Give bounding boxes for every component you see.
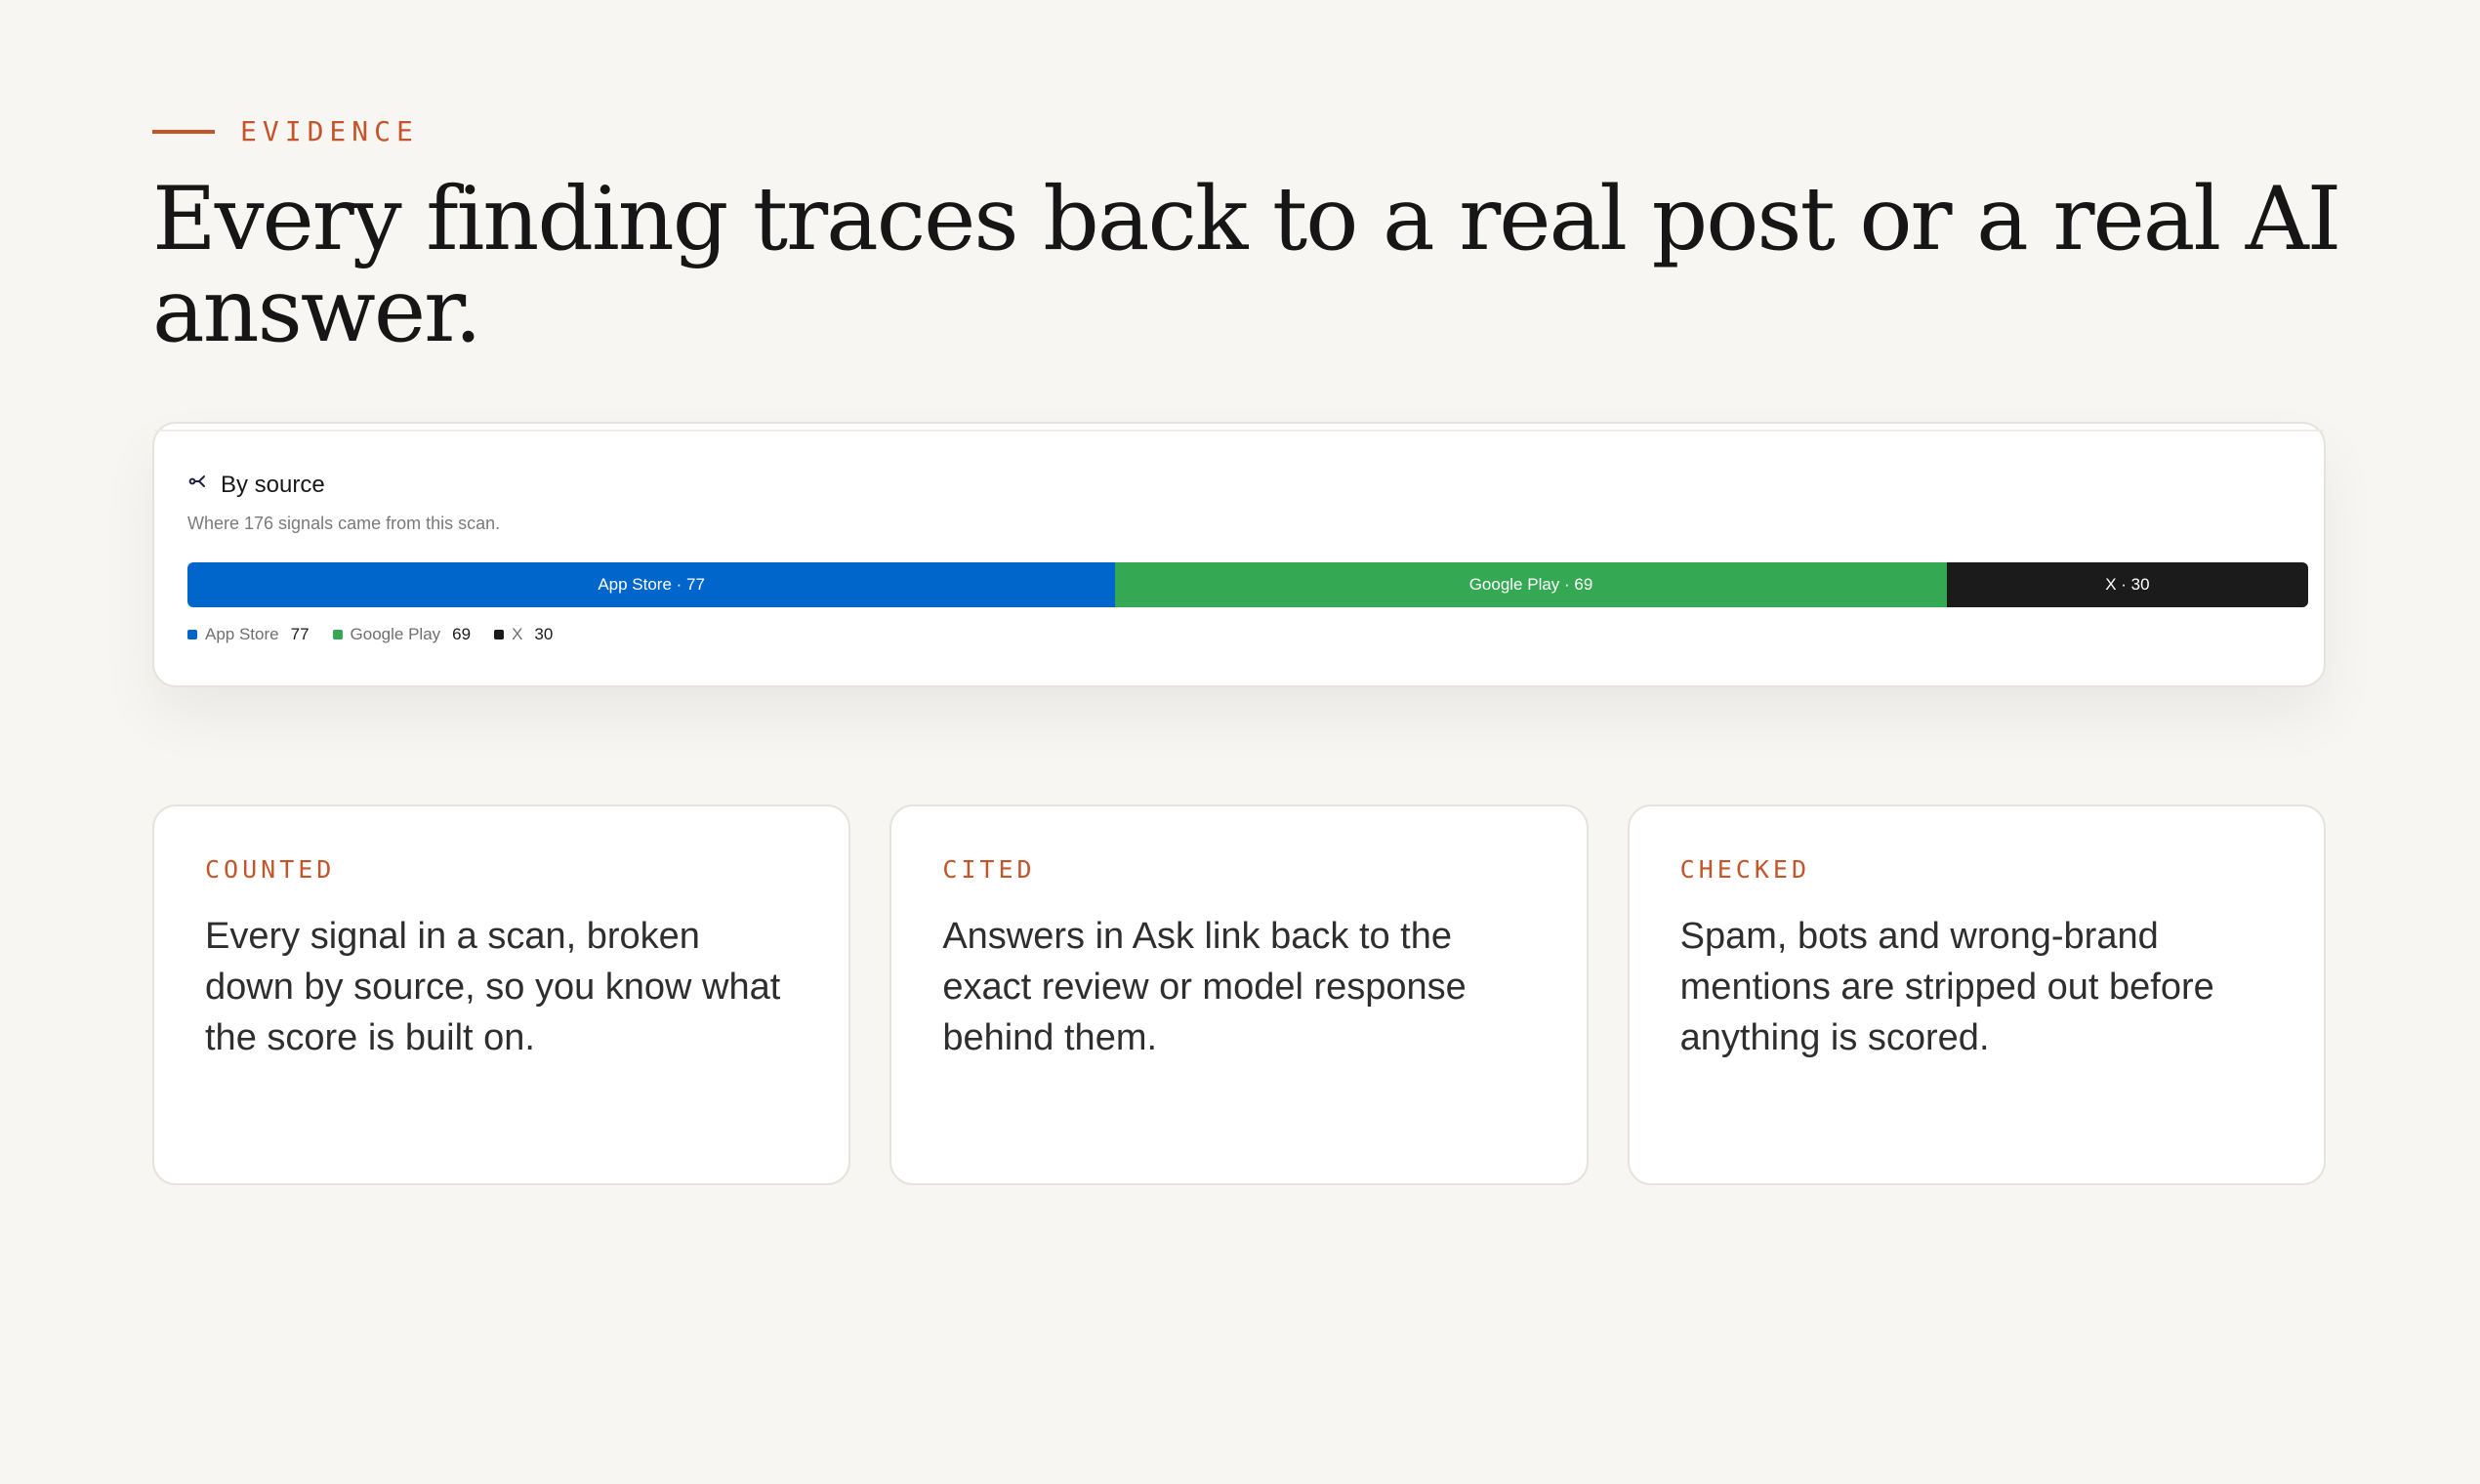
legend-value: 69: [452, 625, 472, 643]
legend-value: 30: [534, 625, 554, 643]
source-legend: App Store 77 Google Play 69 X 30: [187, 625, 553, 644]
source-branch-icon: [187, 471, 209, 499]
card-label: CITED: [942, 855, 1036, 884]
segment-x-label: X · 30: [2105, 575, 2150, 594]
eyebrow: EVIDENCE: [152, 115, 419, 147]
feature-cards: COUNTED Every signal in a scan, broken d…: [152, 804, 2326, 1185]
legend-name: X: [512, 625, 523, 643]
legend-item-google-play: Google Play 69: [332, 625, 472, 644]
eyebrow-label: EVIDENCE: [240, 115, 419, 147]
segment-google-play: Google Play · 69: [1115, 562, 1947, 607]
segment-google-play-label: Google Play · 69: [1468, 575, 1593, 594]
panel-title-text: By source: [221, 471, 325, 498]
legend-item-x: X 30: [494, 625, 553, 644]
card-checked: CHECKED Spam, bots and wrong-brand menti…: [1627, 804, 2326, 1185]
legend-name: App Store: [205, 625, 279, 643]
page-title: Every finding traces back to a real post…: [152, 168, 2341, 362]
card-body: Answers in Ask link back to the exact re…: [942, 916, 1467, 1058]
panel-title: By source: [187, 471, 325, 499]
segment-app-store-label: App Store · 77: [598, 575, 705, 594]
legend-item-app-store: App Store 77: [187, 625, 310, 644]
panel-subtitle: Where 176 signals came from this scan.: [187, 514, 501, 533]
legend-value: 77: [290, 625, 310, 643]
source-stacked-bar: App Store · 77 Google Play · 69 X · 30: [187, 562, 2308, 607]
legend-name: Google Play: [350, 625, 441, 643]
segment-app-store: App Store · 77: [187, 562, 1116, 607]
card-label: CHECKED: [1679, 855, 1811, 884]
panel-divider: [154, 430, 2324, 432]
eyebrow-rule: [152, 129, 215, 134]
card-body: Spam, bots and wrong-brand mentions are …: [1679, 916, 2214, 1058]
by-source-panel: By source Where 176 signals came from th…: [152, 422, 2326, 687]
card-counted: COUNTED Every signal in a scan, broken d…: [152, 804, 851, 1185]
card-label: COUNTED: [205, 855, 336, 884]
legend-swatch-google-play: [332, 630, 343, 639]
card-body: Every signal in a scan, broken down by s…: [205, 916, 781, 1058]
card-cited: CITED Answers in Ask link back to the ex…: [889, 804, 1589, 1185]
legend-swatch-x: [494, 630, 505, 639]
legend-swatch-app-store: [187, 630, 197, 639]
segment-x: X · 30: [1946, 562, 2308, 607]
